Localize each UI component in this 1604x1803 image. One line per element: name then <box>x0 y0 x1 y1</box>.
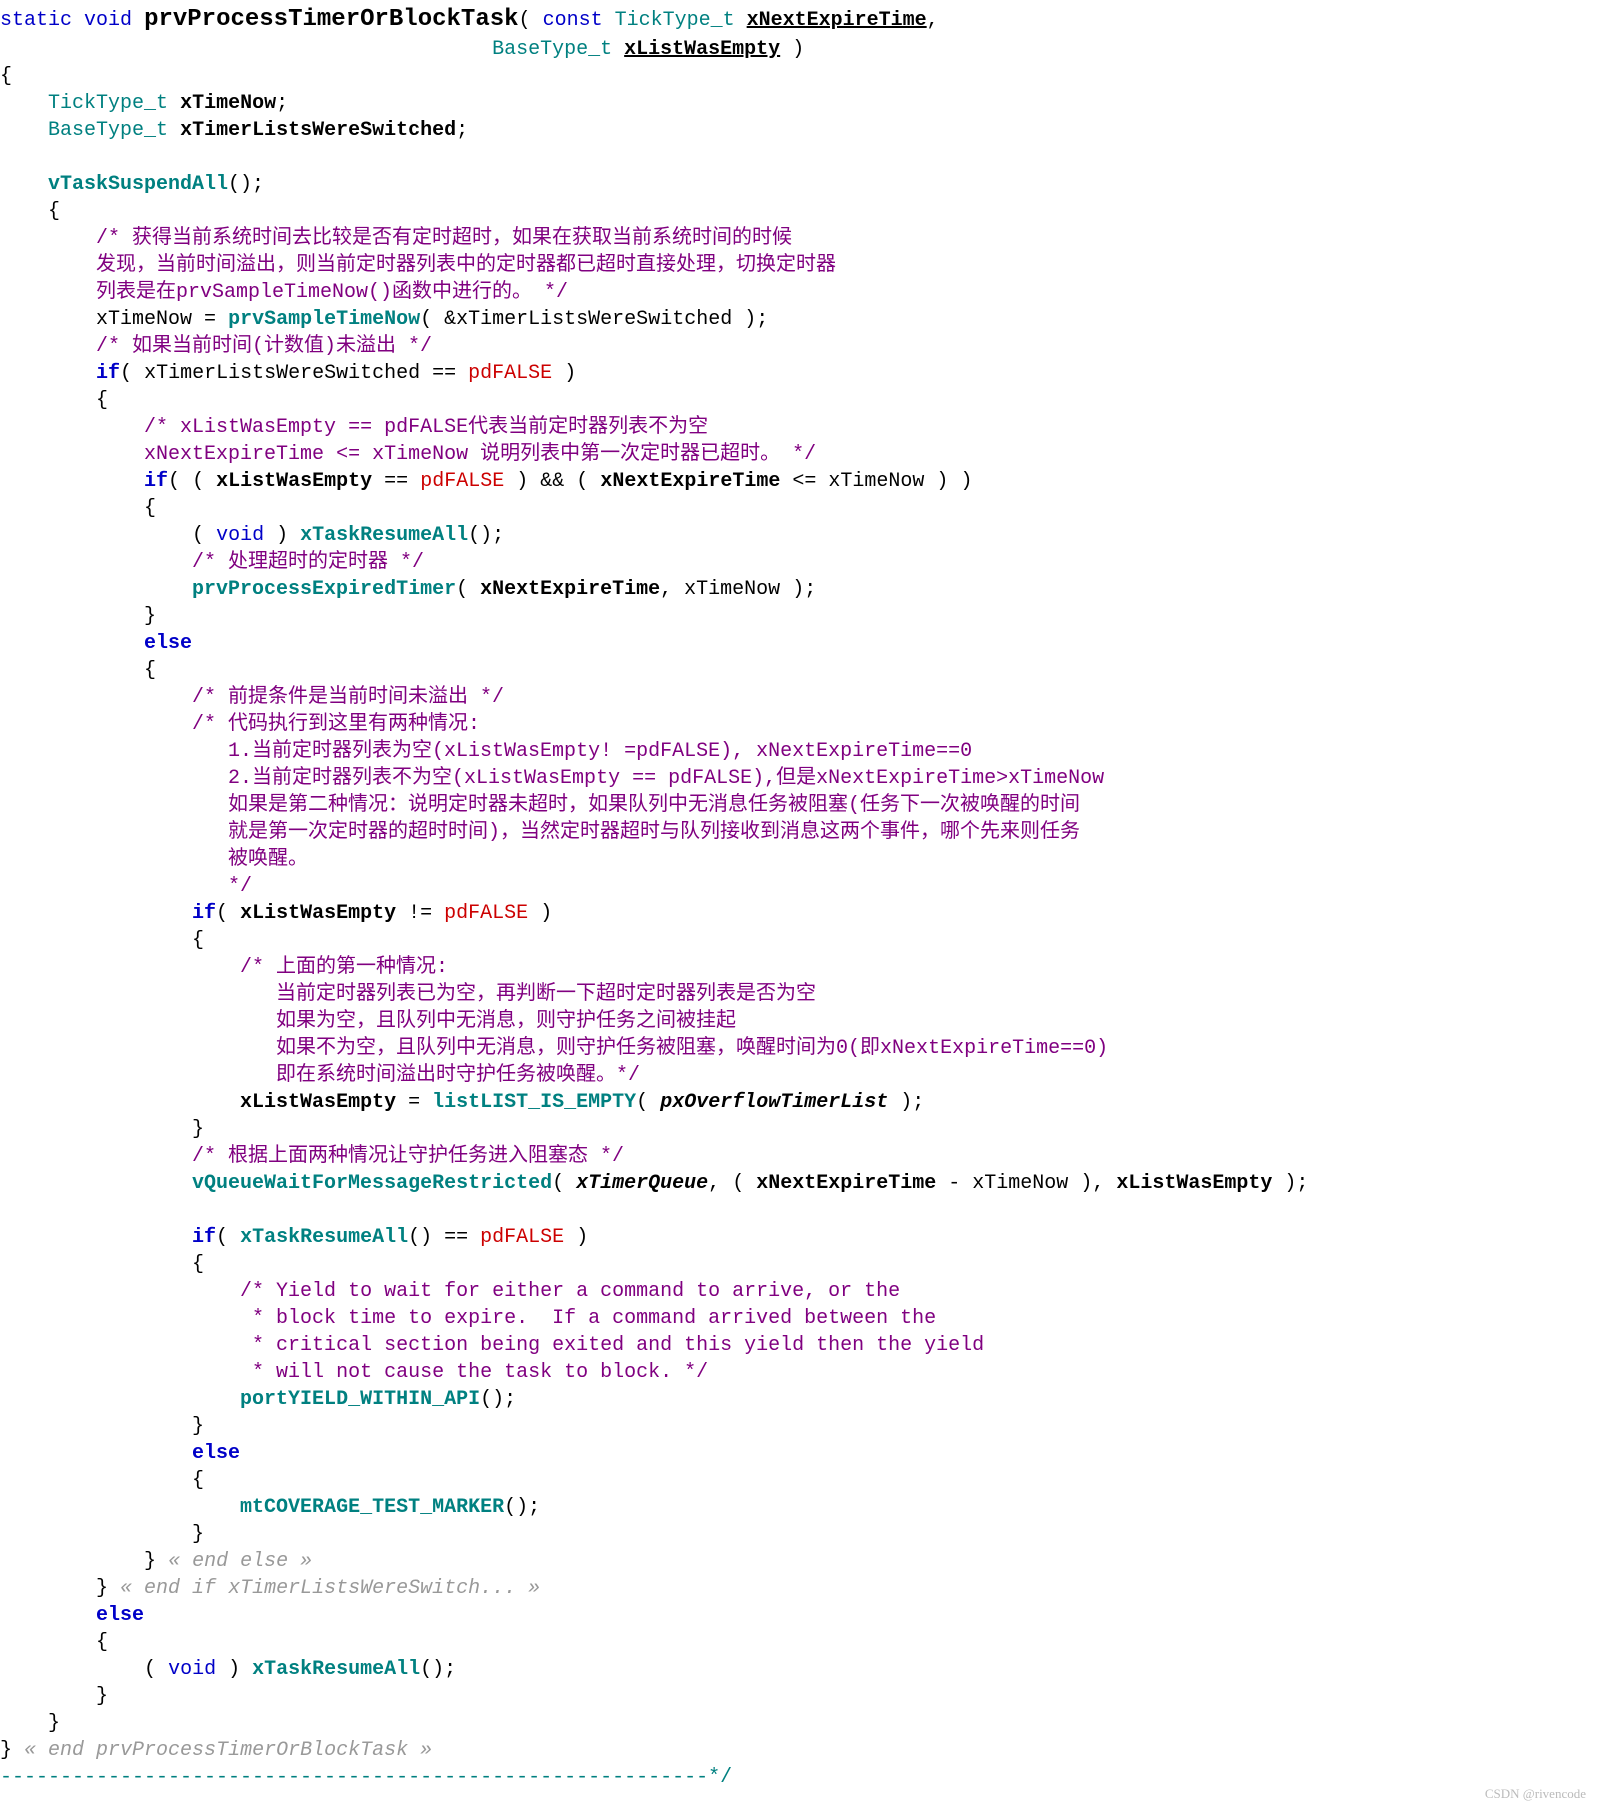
type-basetype: BaseType_t <box>492 38 612 61</box>
const-pdFALSE: pdFALSE <box>468 362 552 385</box>
comment: 被唤醒。 <box>192 848 308 871</box>
type-ticktype: TickType_t <box>615 9 735 32</box>
comment: /* 前提条件是当前时间未溢出 */ <box>192 686 504 709</box>
divider-dashes: ----------------------------------------… <box>0 1766 732 1789</box>
kw-if: if <box>192 902 216 925</box>
kw-if: if <box>144 470 168 493</box>
var-xTimeNow: xTimeNow <box>180 92 276 115</box>
call-xTaskResumeAll: xTaskResumeAll <box>240 1226 408 1249</box>
call-portYIELD_WITHIN_API: portYIELD_WITHIN_API <box>240 1388 480 1411</box>
call-vQueueWaitForMessageRestricted: vQueueWaitForMessageRestricted <box>192 1172 552 1195</box>
var-xTimerQueue: xTimerQueue <box>576 1172 708 1195</box>
comment: 发现，当前时间溢出，则当前定时器列表中的定时器都已超时直接处理，切换定时器 <box>96 254 836 277</box>
call-vTaskSuspendAll: vTaskSuspendAll <box>48 173 228 196</box>
watermark: CSDN @rivencode <box>1485 1786 1586 1801</box>
var-xTimerListsWereSwitched: xTimerListsWereSwitched <box>180 119 456 142</box>
comment: 2.当前定时器列表不为空(xListWasEmpty == pdFALSE),但… <box>192 767 1104 790</box>
comment: /* 根据上面两种情况让守护任务进入阻塞态 */ <box>192 1145 624 1168</box>
call-xTaskResumeAll: xTaskResumeAll <box>252 1658 420 1681</box>
comment: 即在系统时间溢出时守护任务被唤醒。*/ <box>240 1064 640 1087</box>
code-block: static void prvProcessTimerOrBlockTask( … <box>0 0 1604 1791</box>
call-prvSampleTimeNow: prvSampleTimeNow <box>228 308 420 331</box>
comment: * block time to expire. If a command arr… <box>240 1307 936 1330</box>
comment: * critical section being exited and this… <box>240 1334 984 1357</box>
call-mtCOVERAGE_TEST_MARKER: mtCOVERAGE_TEST_MARKER <box>240 1496 504 1519</box>
comment: * will not cause the task to block. */ <box>240 1361 708 1384</box>
comment: 1.当前定时器列表为空(xListWasEmpty! =pdFALSE), xN… <box>192 740 972 763</box>
comment: 如果不为空，且队列中无消息，则守护任务被阻塞，唤醒时间为0(即xNextExpi… <box>240 1037 1108 1060</box>
comment: 如果是第二种情况：说明定时器未超时，如果队列中无消息任务被阻塞(任务下一次被唤醒… <box>192 794 1080 817</box>
comment: 当前定时器列表已为空，再判断一下超时定时器列表是否为空 <box>240 983 816 1006</box>
fold-end-if: « end if xTimerListsWereSwitch... » <box>120 1577 540 1600</box>
fold-end-else: « end else » <box>168 1550 312 1573</box>
type-basetype: BaseType_t <box>48 119 168 142</box>
type-ticktype: TickType_t <box>48 92 168 115</box>
kw-static: static <box>0 9 72 32</box>
comment: xNextExpireTime <= xTimeNow 说明列表中第一次定时器已… <box>144 443 816 466</box>
comment: 如果为空，且队列中无消息，则守护任务之间被挂起 <box>240 1010 736 1033</box>
comment: */ <box>192 875 252 898</box>
comment: /* Yield to wait for either a command to… <box>240 1280 900 1303</box>
kw-else: else <box>96 1604 144 1627</box>
call-listLIST_IS_EMPTY: listLIST_IS_EMPTY <box>432 1091 636 1114</box>
comment: /* 代码执行到这里有两种情况: <box>192 713 480 736</box>
comment: 就是第一次定时器的超时时间)，当然定时器超时与队列接收到消息这两个事件，哪个先来… <box>192 821 1080 844</box>
param-xNextExpireTime: xNextExpireTime <box>747 9 927 32</box>
kw-const: const <box>543 9 603 32</box>
var-pxOverflowTimerList: pxOverflowTimerList <box>660 1091 888 1114</box>
comment: /* 获得当前系统时间去比较是否有定时超时，如果在获取当前系统时间的时候 <box>96 227 792 250</box>
comment: /* xListWasEmpty == pdFALSE代表当前定时器列表不为空 <box>144 416 708 439</box>
kw-else: else <box>144 632 192 655</box>
call-xTaskResumeAll: xTaskResumeAll <box>300 524 468 547</box>
fold-end-fn: « end prvProcessTimerOrBlockTask » <box>24 1739 432 1762</box>
comment: /* 上面的第一种情况: <box>240 956 448 979</box>
call-prvProcessExpiredTimer: prvProcessExpiredTimer <box>192 578 456 601</box>
kw-if: if <box>192 1226 216 1249</box>
comment: /* 处理超时的定时器 */ <box>192 551 424 574</box>
kw-void: void <box>84 9 132 32</box>
comment: 列表是在prvSampleTimeNow()函数中进行的。 */ <box>96 281 568 304</box>
func-name: prvProcessTimerOrBlockTask <box>144 6 518 33</box>
kw-else: else <box>192 1442 240 1465</box>
kw-if: if <box>96 362 120 385</box>
comment: /* 如果当前时间(计数值)未溢出 */ <box>96 335 432 358</box>
param-xListWasEmpty: xListWasEmpty <box>624 38 780 61</box>
